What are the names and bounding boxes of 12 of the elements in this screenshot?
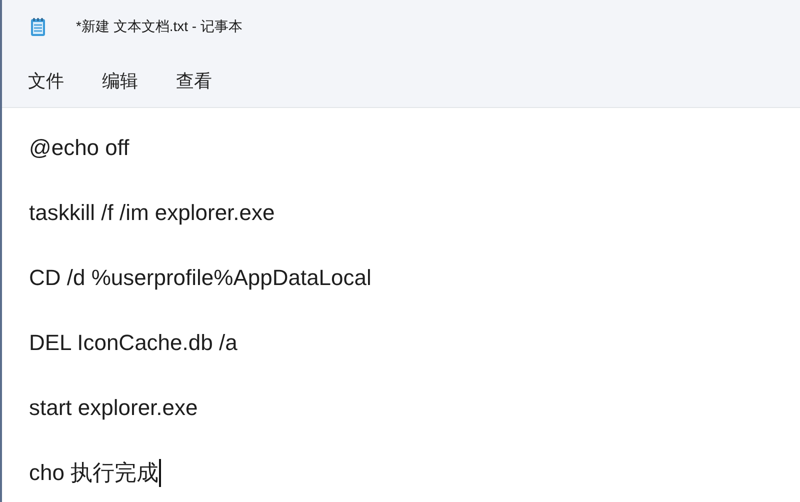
text-editor[interactable]: @echo off taskkill /f /im explorer.exe CD /d %userprofile%AppDataLocal DEL IconCache.db /a start explorer.exe cho 执行完成	[2, 107, 800, 502]
window-title: *新建 文本文档.txt - 记事本	[76, 18, 242, 36]
menu-item[interactable]: 查看	[172, 66, 216, 94]
notepad-icon	[30, 17, 46, 37]
code-line: taskkill /f /im explorer.exe	[29, 199, 275, 227]
menu-item[interactable]: 编辑	[98, 66, 142, 94]
menu-item[interactable]: 文件	[24, 66, 68, 94]
code-line: @echo off	[29, 134, 130, 162]
code-line: start explorer.exe	[29, 394, 198, 422]
code-line: cho 执行完成	[29, 459, 159, 487]
code-line: DEL IconCache.db /a	[29, 329, 238, 357]
code-line: CD /d %userprofile%AppDataLocal	[29, 264, 372, 292]
